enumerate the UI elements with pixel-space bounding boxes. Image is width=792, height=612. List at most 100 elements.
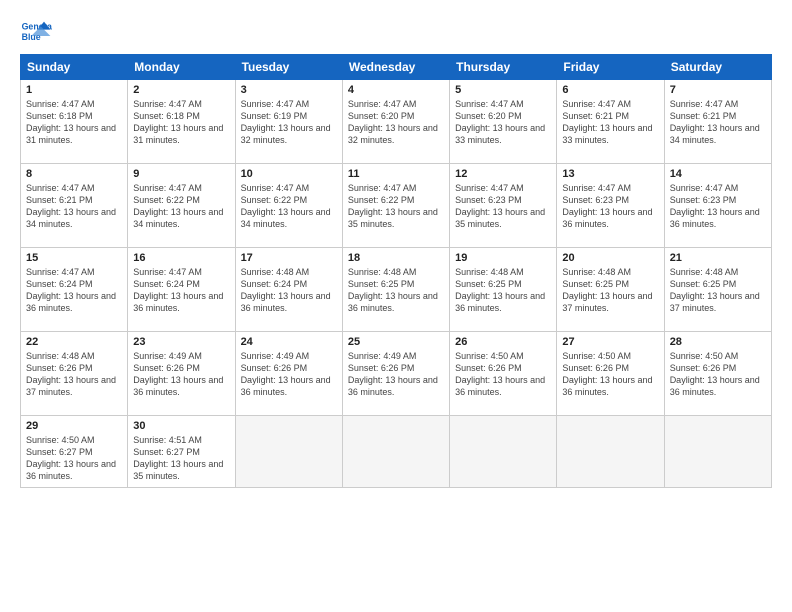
day-number: 2 bbox=[133, 84, 229, 96]
calendar-week-2: 8 Sunrise: 4:47 AMSunset: 6:21 PMDaylight… bbox=[21, 164, 772, 248]
calendar-cell: 14Sunrise: 4:47 AMSunset: 6:23 PMDayligh… bbox=[664, 164, 771, 248]
day-info: Sunrise: 4:48 AMSunset: 6:24 PMDaylight:… bbox=[241, 266, 337, 315]
day-number: 17 bbox=[241, 252, 337, 264]
day-info: Sunrise: 4:47 AMSunset: 6:23 PMDaylight:… bbox=[670, 182, 766, 231]
calendar-cell: 6 Sunrise: 4:47 AMSunset: 6:21 PMDaylight… bbox=[557, 80, 664, 164]
day-number: 15 bbox=[26, 252, 122, 264]
day-number: 27 bbox=[562, 336, 658, 348]
day-number: 29 bbox=[26, 420, 122, 432]
day-info: Sunrise: 4:47 AMSunset: 6:22 PMDaylight:… bbox=[133, 182, 229, 231]
logo-icon: General Blue bbox=[20, 18, 52, 46]
day-info: Sunrise: 4:50 AMSunset: 6:27 PMDaylight:… bbox=[26, 434, 122, 483]
calendar-cell bbox=[235, 416, 342, 488]
day-number: 9 bbox=[133, 168, 229, 180]
day-number: 4 bbox=[348, 84, 444, 96]
day-info: Sunrise: 4:48 AMSunset: 6:26 PMDaylight:… bbox=[26, 350, 122, 399]
day-number: 23 bbox=[133, 336, 229, 348]
day-number: 1 bbox=[26, 84, 122, 96]
day-number: 30 bbox=[133, 420, 229, 432]
logo: General Blue bbox=[20, 18, 52, 46]
calendar-cell: 10 Sunrise: 4:47 AMSunset: 6:22 PMDayligh… bbox=[235, 164, 342, 248]
day-info: Sunrise: 4:47 AMSunset: 6:20 PMDaylight:… bbox=[348, 98, 444, 147]
day-number: 25 bbox=[348, 336, 444, 348]
calendar-cell: 19 Sunrise: 4:48 AMSunset: 6:25 PMDayligh… bbox=[450, 248, 557, 332]
day-number: 28 bbox=[670, 336, 766, 348]
calendar-week-1: 1 Sunrise: 4:47 AMSunset: 6:18 PMDaylight… bbox=[21, 80, 772, 164]
day-number: 6 bbox=[562, 84, 658, 96]
calendar-cell: 12Sunrise: 4:47 AMSunset: 6:23 PMDayligh… bbox=[450, 164, 557, 248]
day-info: Sunrise: 4:48 AMSunset: 6:25 PMDaylight:… bbox=[455, 266, 551, 315]
calendar-cell: 26 Sunrise: 4:50 AMSunset: 6:26 PMDayligh… bbox=[450, 332, 557, 416]
day-info: Sunrise: 4:47 AMSunset: 6:24 PMDaylight:… bbox=[26, 266, 122, 315]
day-info: Sunrise: 4:49 AMSunset: 6:26 PMDaylight:… bbox=[133, 350, 229, 399]
calendar-cell: 16 Sunrise: 4:47 AMSunset: 6:24 PMDayligh… bbox=[128, 248, 235, 332]
day-number: 13 bbox=[562, 168, 658, 180]
calendar-cell: 21Sunrise: 4:48 AMSunset: 6:25 PMDayligh… bbox=[664, 248, 771, 332]
day-number: 21 bbox=[670, 252, 766, 264]
calendar-cell: 2 Sunrise: 4:47 AMSunset: 6:18 PMDaylight… bbox=[128, 80, 235, 164]
day-info: Sunrise: 4:47 AMSunset: 6:19 PMDaylight:… bbox=[241, 98, 337, 147]
calendar-cell: 15 Sunrise: 4:47 AMSunset: 6:24 PMDayligh… bbox=[21, 248, 128, 332]
calendar-cell: 28 Sunrise: 4:50 AMSunset: 6:26 PMDayligh… bbox=[664, 332, 771, 416]
calendar-cell: 7 Sunrise: 4:47 AMSunset: 6:21 PMDaylight… bbox=[664, 80, 771, 164]
day-info: Sunrise: 4:47 AMSunset: 6:22 PMDaylight:… bbox=[241, 182, 337, 231]
calendar-cell: 4 Sunrise: 4:47 AMSunset: 6:20 PMDaylight… bbox=[342, 80, 449, 164]
day-number: 19 bbox=[455, 252, 551, 264]
calendar-cell bbox=[450, 416, 557, 488]
calendar-cell: 25 Sunrise: 4:49 AMSunset: 6:26 PMDayligh… bbox=[342, 332, 449, 416]
day-info: Sunrise: 4:47 AMSunset: 6:22 PMDaylight:… bbox=[348, 182, 444, 231]
page-container: General Blue SundayMondayTuesdayWednesda… bbox=[0, 0, 792, 612]
day-info: Sunrise: 4:47 AMSunset: 6:21 PMDaylight:… bbox=[26, 182, 122, 231]
calendar-cell: 3 Sunrise: 4:47 AMSunset: 6:19 PMDaylight… bbox=[235, 80, 342, 164]
day-info: Sunrise: 4:48 AMSunset: 6:25 PMDaylight:… bbox=[348, 266, 444, 315]
day-info: Sunrise: 4:50 AMSunset: 6:26 PMDaylight:… bbox=[670, 350, 766, 399]
calendar-cell: 30 Sunrise: 4:51 AMSunset: 6:27 PMDayligh… bbox=[128, 416, 235, 488]
day-number: 11 bbox=[348, 168, 444, 180]
calendar-table: SundayMondayTuesdayWednesdayThursdayFrid… bbox=[20, 54, 772, 488]
calendar-cell: 23 Sunrise: 4:49 AMSunset: 6:26 PMDayligh… bbox=[128, 332, 235, 416]
day-number: 7 bbox=[670, 84, 766, 96]
calendar-cell bbox=[342, 416, 449, 488]
calendar-cell: 20Sunrise: 4:48 AMSunset: 6:25 PMDayligh… bbox=[557, 248, 664, 332]
calendar-cell: 29 Sunrise: 4:50 AMSunset: 6:27 PMDayligh… bbox=[21, 416, 128, 488]
day-number: 10 bbox=[241, 168, 337, 180]
day-info: Sunrise: 4:47 AMSunset: 6:21 PMDaylight:… bbox=[562, 98, 658, 147]
calendar-week-4: 22 Sunrise: 4:48 AMSunset: 6:26 PMDayligh… bbox=[21, 332, 772, 416]
col-header-monday: Monday bbox=[128, 55, 235, 80]
day-info: Sunrise: 4:47 AMSunset: 6:23 PMDaylight:… bbox=[562, 182, 658, 231]
calendar-cell bbox=[664, 416, 771, 488]
calendar-cell: 17 Sunrise: 4:48 AMSunset: 6:24 PMDayligh… bbox=[235, 248, 342, 332]
day-info: Sunrise: 4:47 AMSunset: 6:18 PMDaylight:… bbox=[26, 98, 122, 147]
calendar-cell: 22 Sunrise: 4:48 AMSunset: 6:26 PMDayligh… bbox=[21, 332, 128, 416]
calendar-cell: 8 Sunrise: 4:47 AMSunset: 6:21 PMDaylight… bbox=[21, 164, 128, 248]
header: General Blue bbox=[20, 18, 772, 46]
calendar-cell: 1 Sunrise: 4:47 AMSunset: 6:18 PMDaylight… bbox=[21, 80, 128, 164]
calendar-cell: 27Sunrise: 4:50 AMSunset: 6:26 PMDayligh… bbox=[557, 332, 664, 416]
day-number: 5 bbox=[455, 84, 551, 96]
col-header-tuesday: Tuesday bbox=[235, 55, 342, 80]
calendar-cell: 13 Sunrise: 4:47 AMSunset: 6:23 PMDayligh… bbox=[557, 164, 664, 248]
day-number: 26 bbox=[455, 336, 551, 348]
day-number: 16 bbox=[133, 252, 229, 264]
calendar-cell: 9 Sunrise: 4:47 AMSunset: 6:22 PMDaylight… bbox=[128, 164, 235, 248]
calendar-week-5: 29 Sunrise: 4:50 AMSunset: 6:27 PMDayligh… bbox=[21, 416, 772, 488]
day-info: Sunrise: 4:47 AMSunset: 6:24 PMDaylight:… bbox=[133, 266, 229, 315]
day-info: Sunrise: 4:50 AMSunset: 6:26 PMDaylight:… bbox=[455, 350, 551, 399]
calendar-cell: 5 Sunrise: 4:47 AMSunset: 6:20 PMDaylight… bbox=[450, 80, 557, 164]
day-info: Sunrise: 4:47 AMSunset: 6:21 PMDaylight:… bbox=[670, 98, 766, 147]
day-info: Sunrise: 4:51 AMSunset: 6:27 PMDaylight:… bbox=[133, 434, 229, 483]
calendar-header-row: SundayMondayTuesdayWednesdayThursdayFrid… bbox=[21, 55, 772, 80]
calendar-week-3: 15 Sunrise: 4:47 AMSunset: 6:24 PMDayligh… bbox=[21, 248, 772, 332]
day-number: 3 bbox=[241, 84, 337, 96]
day-info: Sunrise: 4:47 AMSunset: 6:20 PMDaylight:… bbox=[455, 98, 551, 147]
day-info: Sunrise: 4:49 AMSunset: 6:26 PMDaylight:… bbox=[348, 350, 444, 399]
day-number: 22 bbox=[26, 336, 122, 348]
day-info: Sunrise: 4:49 AMSunset: 6:26 PMDaylight:… bbox=[241, 350, 337, 399]
day-number: 12 bbox=[455, 168, 551, 180]
day-number: 8 bbox=[26, 168, 122, 180]
day-number: 18 bbox=[348, 252, 444, 264]
col-header-saturday: Saturday bbox=[664, 55, 771, 80]
col-header-sunday: Sunday bbox=[21, 55, 128, 80]
calendar-cell: 18 Sunrise: 4:48 AMSunset: 6:25 PMDayligh… bbox=[342, 248, 449, 332]
day-info: Sunrise: 4:47 AMSunset: 6:18 PMDaylight:… bbox=[133, 98, 229, 147]
